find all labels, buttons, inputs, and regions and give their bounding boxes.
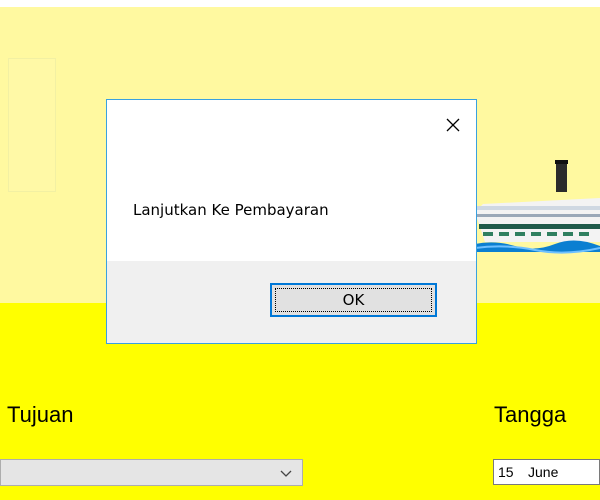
top-strip <box>0 0 600 7</box>
close-icon[interactable] <box>444 116 462 134</box>
dialog-message: Lanjutkan Ke Pembayaran <box>133 201 329 219</box>
date-picker[interactable]: 15 June <box>493 459 600 485</box>
chevron-down-icon[interactable] <box>278 465 294 481</box>
tujuan-select[interactable] <box>0 459 303 486</box>
ship-image <box>475 160 600 254</box>
ok-button-label: OK <box>342 291 365 309</box>
dialog-footer: OK <box>107 261 476 343</box>
message-dialog: Lanjutkan Ke Pembayaran OK <box>106 99 477 344</box>
decorative-panel <box>8 58 56 192</box>
tanggal-label: Tangga <box>494 402 567 427</box>
date-month[interactable]: June <box>528 464 558 480</box>
tujuan-label: Tujuan <box>7 402 74 427</box>
ok-button[interactable]: OK <box>270 283 437 317</box>
date-day[interactable]: 15 <box>498 464 514 480</box>
